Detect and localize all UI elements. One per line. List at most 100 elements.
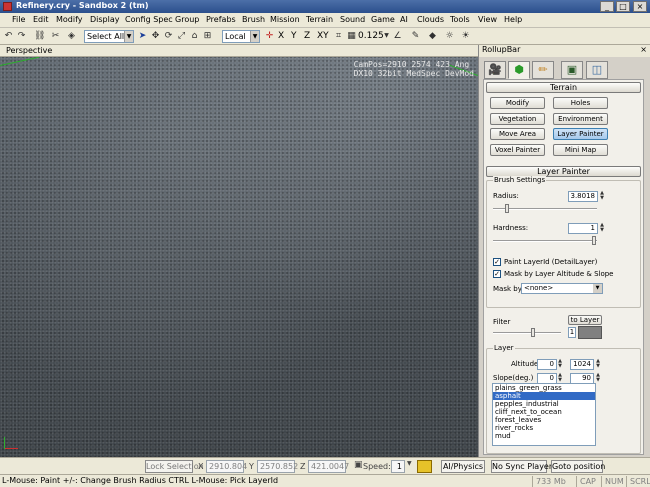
move-icon[interactable]: ✥ (150, 30, 161, 42)
altitude-max-spinner[interactable]: ▲ ▼ (595, 359, 601, 370)
paint-layerid-checkbox[interactable]: ✓ (493, 258, 501, 266)
hardness-spinner[interactable]: ▲ ▼ (599, 223, 605, 234)
simulate-icon[interactable] (417, 460, 432, 473)
goto-position-button[interactable]: Goto position (551, 460, 605, 473)
radius-slider-thumb[interactable] (505, 204, 509, 213)
menu-modify[interactable]: Modify (56, 15, 83, 24)
menu-config-spec[interactable]: Config Spec (125, 15, 173, 24)
menu-sound[interactable]: Sound (340, 15, 365, 24)
layer-list[interactable]: plains_green_grass asphalt pepples_indus… (492, 383, 596, 446)
grid-size-value[interactable]: 0.125 (358, 31, 384, 41)
filter-color-swatch[interactable] (578, 326, 602, 339)
ai-physics-button[interactable]: AI/Physics (441, 460, 485, 473)
layers-icon[interactable]: ◫ (586, 61, 608, 79)
rollup-close-icon[interactable]: × (640, 45, 647, 54)
menu-mission[interactable]: Mission (270, 15, 300, 24)
menu-terrain[interactable]: Terrain (306, 15, 333, 24)
hardness-slider-thumb[interactable] (592, 236, 596, 245)
z-coordinate-field[interactable]: 421.0047 (308, 460, 349, 473)
hardness-slider[interactable] (493, 236, 597, 245)
menu-view[interactable]: View (478, 15, 497, 24)
terrain-icon[interactable]: ⬢ (508, 61, 530, 79)
minimize-button[interactable]: _ (600, 1, 614, 12)
rotate-icon[interactable]: ⟳ (163, 30, 174, 42)
to-layer-button[interactable]: to Layer (568, 315, 602, 325)
mask-by-dropdown[interactable]: <none> ▼ (521, 283, 603, 294)
menu-clouds[interactable]: Clouds (417, 15, 444, 24)
mask-altitude-checkbox[interactable]: ✓ (493, 270, 501, 278)
filter-slider-thumb[interactable] (531, 328, 535, 337)
axis-y-button[interactable]: Y (291, 31, 297, 41)
vegetation-button[interactable]: Vegetation (490, 113, 545, 125)
select-icon[interactable]: ◈ (66, 30, 77, 42)
select-cursor-icon[interactable]: ➤ (137, 30, 148, 42)
redo-icon[interactable]: ↷ (16, 30, 27, 42)
x-coordinate-field[interactable]: 2910.804 (206, 460, 247, 473)
axis-x-button[interactable]: X (278, 31, 284, 41)
grid-icon[interactable]: ▦ (346, 30, 357, 42)
maximize-button[interactable]: □ (616, 1, 630, 12)
altitude-min-input[interactable]: 0 (537, 359, 557, 370)
list-item[interactable]: plains_green_grass (493, 384, 595, 392)
list-item[interactable]: mud (493, 432, 595, 440)
lock-selection-button[interactable]: Lock Selection (145, 460, 204, 473)
terrain-rollup-header[interactable]: Terrain (486, 82, 641, 93)
hardness-input[interactable]: 1 (568, 223, 598, 234)
y-coordinate-field[interactable]: 2570.852 (257, 460, 298, 473)
unlink-icon[interactable]: ✂ (50, 30, 61, 42)
material-icon[interactable]: ☼ (444, 30, 455, 42)
radius-slider[interactable] (493, 204, 597, 213)
snap-to-terrain-icon[interactable]: ⌂ (189, 30, 200, 42)
selection-filter-dropdown[interactable]: Select All ▼ (84, 30, 134, 43)
angle-snap-icon[interactable]: ∠ (392, 30, 403, 42)
list-item[interactable]: forest_leaves (493, 416, 595, 424)
radius-spinner[interactable]: ▲ ▼ (599, 191, 605, 202)
speed-dropdown-icon[interactable]: ▼ (407, 460, 412, 467)
menu-tools[interactable]: Tools (450, 15, 470, 24)
menu-brush[interactable]: Brush (242, 15, 265, 24)
align-icon[interactable]: ⊞ (202, 30, 213, 42)
modelling-icon[interactable]: ✏ (532, 61, 554, 79)
speed-field[interactable]: 1 (391, 460, 405, 473)
objects-icon[interactable]: 🎥 (484, 61, 506, 79)
holes-button[interactable]: Holes (553, 97, 608, 109)
undo-icon[interactable]: ↶ (3, 30, 14, 42)
altitude-max-input[interactable]: 1024 (570, 359, 594, 370)
filter-value[interactable]: 1 (568, 327, 576, 338)
altitude-min-spinner[interactable]: ▲ ▼ (557, 359, 563, 370)
modify-button[interactable]: Modify (490, 97, 545, 109)
menu-edit[interactable]: Edit (33, 15, 49, 24)
terrain-snap-icon[interactable]: ⌗ (333, 30, 344, 42)
menu-group[interactable]: Group (175, 15, 199, 24)
axis-z-button[interactable]: Z (304, 31, 310, 41)
menu-prefabs[interactable]: Prefabs (206, 15, 236, 24)
axis-xy-button[interactable]: XY (317, 31, 329, 41)
layer-painter-button[interactable]: Layer Painter (553, 128, 608, 140)
filter-slider[interactable] (493, 328, 561, 337)
coord-system-dropdown[interactable]: Local ▼ (222, 30, 260, 43)
list-item[interactable]: river_rocks (493, 424, 595, 432)
sun-icon[interactable]: ☀ (460, 30, 471, 42)
menu-display[interactable]: Display (90, 15, 120, 24)
viewport-label[interactable]: Perspective (6, 46, 52, 55)
perspective-viewport[interactable]: CamPos=2910 2574 423 Ang DX10 32bit MedSp… (0, 57, 478, 457)
move-area-button[interactable]: Move Area (490, 128, 545, 140)
list-item[interactable]: cliff_next_to_ocean (493, 408, 595, 416)
axis-constraint-icon[interactable]: ✛ (264, 30, 275, 42)
close-button[interactable]: × (633, 1, 647, 12)
list-item[interactable]: asphalt (493, 392, 595, 400)
radius-input[interactable]: 3.8018 (568, 191, 598, 202)
link-icon[interactable]: ⛓ (34, 30, 45, 42)
menu-ai[interactable]: AI (400, 15, 408, 24)
display-icon[interactable]: ▣ (561, 61, 583, 79)
mini-map-button[interactable]: Mini Map (553, 144, 608, 156)
no-sync-player-button[interactable]: No Sync Player (491, 460, 552, 473)
environment-button[interactable]: Environment (553, 113, 608, 125)
object-icon[interactable]: ◆ (427, 30, 438, 42)
grid-dropdown-icon[interactable]: ▼ (381, 30, 392, 42)
menu-file[interactable]: File (12, 15, 25, 24)
scale-icon[interactable]: ⤢ (176, 30, 187, 42)
menu-game[interactable]: Game (371, 15, 395, 24)
voxel-painter-button[interactable]: Voxel Painter (490, 144, 545, 156)
menu-help[interactable]: Help (504, 15, 522, 24)
